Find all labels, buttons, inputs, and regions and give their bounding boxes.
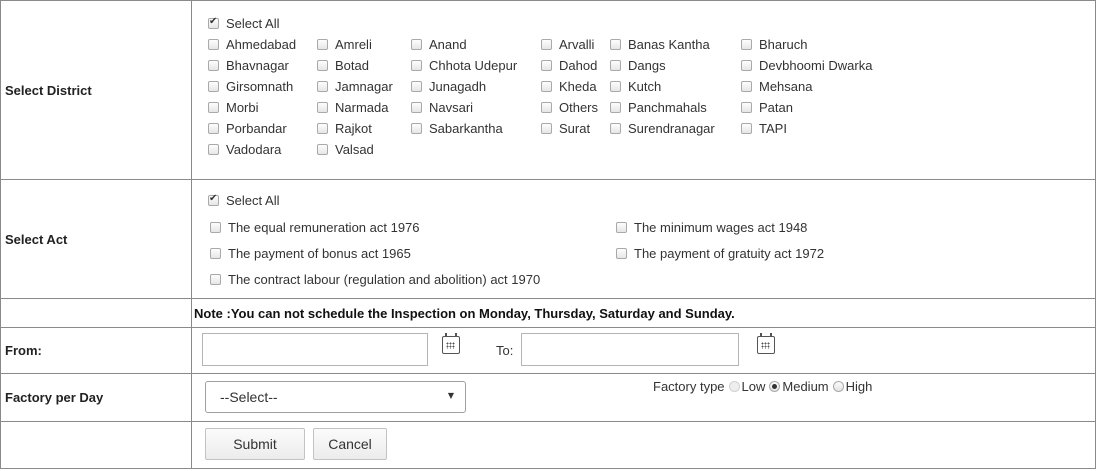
district-option[interactable]: Morbi	[208, 100, 259, 115]
radio-low[interactable]	[728, 381, 740, 393]
factory-cell: --Select-- ▼ Factory type Low Medium High	[191, 373, 1096, 422]
district-option[interactable]: Surendranagar	[610, 121, 715, 136]
district-option[interactable]: Devbhoomi Dwarka	[741, 58, 872, 73]
district-option[interactable]: Vadodara	[208, 142, 281, 157]
radio-high[interactable]	[832, 381, 844, 393]
act-option[interactable]: The equal remuneration act 1976	[210, 220, 420, 235]
cancel-button[interactable]: Cancel	[313, 428, 387, 460]
act-option[interactable]: The payment of bonus act 1965	[210, 246, 411, 261]
district-option[interactable]: Surat	[541, 121, 590, 136]
note-text: Note :You can not schedule the Inspectio…	[191, 298, 1096, 328]
district-option[interactable]: Jamnagar	[317, 79, 393, 94]
district-option[interactable]: TAPI	[741, 121, 787, 136]
calendar-icon[interactable]	[442, 333, 460, 354]
factory-type-group: Factory type Low Medium High	[653, 379, 872, 394]
radio-low-label: Low	[741, 379, 766, 394]
district-option[interactable]: Ahmedabad	[208, 37, 296, 52]
district-option[interactable]: Amreli	[317, 37, 372, 52]
act-select-all[interactable]: Select All	[208, 193, 279, 208]
district-option[interactable]: Arvalli	[541, 37, 594, 52]
buttons-cell: Submit Cancel	[191, 421, 1096, 469]
district-option[interactable]: Girsomnath	[208, 79, 293, 94]
dates-cell: To:	[191, 327, 1096, 374]
district-option[interactable]: Porbandar	[208, 121, 287, 136]
radio-high-label: High	[845, 379, 873, 394]
chevron-down-icon: ▼	[447, 391, 454, 400]
district-options: Select All Ahmedabad Amreli Anand Arvall…	[191, 0, 1096, 180]
district-label: Select District	[0, 0, 192, 180]
factory-type-label: Factory type	[653, 379, 725, 394]
to-label: To:	[496, 343, 514, 358]
district-option[interactable]: Narmada	[317, 100, 388, 115]
radio-medium-label: Medium	[782, 379, 829, 394]
district-option[interactable]: Navsari	[411, 100, 473, 115]
from-label: From:	[0, 327, 192, 374]
submit-button[interactable]: Submit	[205, 428, 305, 460]
calendar-icon[interactable]	[757, 333, 775, 354]
district-option[interactable]: Kheda	[541, 79, 597, 94]
district-option[interactable]: Bhavnagar	[208, 58, 289, 73]
district-option[interactable]: Botad	[317, 58, 369, 73]
act-option[interactable]: The payment of gratuity act 1972	[616, 246, 824, 261]
district-option[interactable]: Junagadh	[411, 79, 486, 94]
buttons-empty-cell	[0, 421, 192, 469]
act-option[interactable]: The minimum wages act 1948	[616, 220, 807, 235]
district-option[interactable]: Panchmahals	[610, 100, 707, 115]
district-option[interactable]: Rajkot	[317, 121, 372, 136]
district-option[interactable]: Sabarkantha	[411, 121, 503, 136]
district-option[interactable]: Dahod	[541, 58, 597, 73]
district-select-all[interactable]: Select All	[208, 16, 279, 31]
act-options: Select All The equal remuneration act 19…	[191, 179, 1096, 299]
checkbox-icon[interactable]	[208, 193, 219, 207]
district-option[interactable]: Banas Kantha	[610, 37, 710, 52]
district-option[interactable]: Bharuch	[741, 37, 807, 52]
factory-per-day-select[interactable]: --Select-- ▼	[205, 381, 466, 413]
act-label: Select Act	[0, 179, 192, 299]
note-empty-cell	[0, 298, 192, 328]
district-option[interactable]: Others	[541, 100, 598, 115]
district-option[interactable]: Mehsana	[741, 79, 812, 94]
district-option[interactable]: Dangs	[610, 58, 666, 73]
district-option[interactable]: Anand	[411, 37, 467, 52]
to-date-input[interactable]	[521, 333, 739, 366]
radio-medium[interactable]	[769, 381, 781, 393]
district-option[interactable]: Chhota Udepur	[411, 58, 517, 73]
factory-per-day-label: Factory per Day	[0, 373, 192, 422]
from-date-input[interactable]	[202, 333, 428, 366]
checkbox-icon[interactable]	[208, 16, 219, 30]
district-option[interactable]: Patan	[741, 100, 793, 115]
district-option[interactable]: Kutch	[610, 79, 661, 94]
act-option[interactable]: The contract labour (regulation and abol…	[210, 272, 540, 287]
district-option[interactable]: Valsad	[317, 142, 374, 157]
